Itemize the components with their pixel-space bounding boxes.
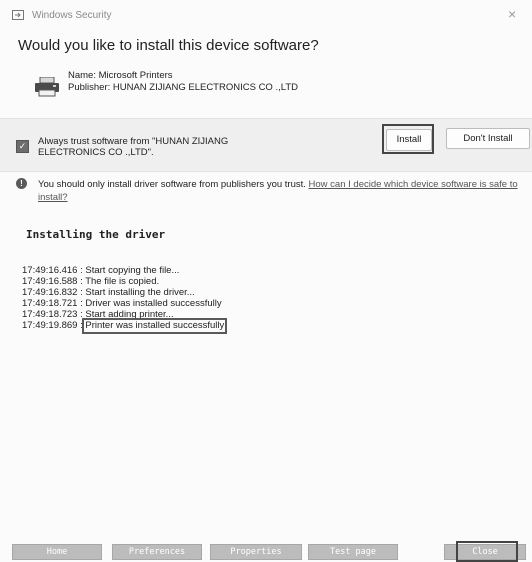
warning-text: You should only install driver software … xyxy=(38,179,306,190)
device-name: Name: Microsoft Printers xyxy=(68,70,173,81)
install-log: 17:49:16.416 : Start copying the file...… xyxy=(22,265,228,334)
exclamation-icon: ! xyxy=(16,178,27,189)
log-line: 17:49:16.416 : Start copying the file... xyxy=(22,265,180,276)
properties-button[interactable]: Properties xyxy=(210,544,302,560)
warning-message: You should only install driver software … xyxy=(38,178,532,204)
installer-heading: Installing the driver xyxy=(26,228,166,241)
log-timestamp: 17:49:19.869 : xyxy=(22,320,86,331)
bottom-toolbar: Home Preferences Properties Test page Cl… xyxy=(0,540,532,562)
close-highlight xyxy=(456,541,518,562)
check-icon: ✓ xyxy=(18,141,27,151)
always-trust-checkbox[interactable]: ✓ xyxy=(16,140,29,153)
window-title: Windows Security xyxy=(32,10,112,21)
log-line: 17:49:18.721 : Driver was installed succ… xyxy=(22,298,222,309)
log-line: 17:49:16.588 : The file is copied. xyxy=(22,276,160,287)
home-button[interactable]: Home xyxy=(12,544,102,560)
title-bar: Windows Security × xyxy=(0,0,532,32)
install-highlight: Install xyxy=(382,124,434,154)
dialog-question: Would you like to install this device so… xyxy=(18,37,319,54)
printer-icon xyxy=(35,77,59,97)
always-trust-label: Always trust software from "HUNAN ZIJIAN… xyxy=(38,136,229,158)
preferences-button[interactable]: Preferences xyxy=(112,544,202,560)
log-line-final: 17:49:19.869 : Printer was installed suc… xyxy=(22,318,228,334)
close-icon[interactable]: × xyxy=(508,6,516,22)
success-message: Printer was installed successfully xyxy=(82,318,228,334)
window-security-icon xyxy=(12,10,24,20)
install-button[interactable]: Install xyxy=(386,129,432,151)
dont-install-button[interactable]: Don't Install xyxy=(446,128,530,149)
log-line: 17:49:16.832 : Start installing the driv… xyxy=(22,287,195,298)
device-publisher: Publisher: HUNAN ZIJIANG ELECTRONICS CO … xyxy=(68,82,298,93)
test-page-button[interactable]: Test page xyxy=(308,544,398,560)
